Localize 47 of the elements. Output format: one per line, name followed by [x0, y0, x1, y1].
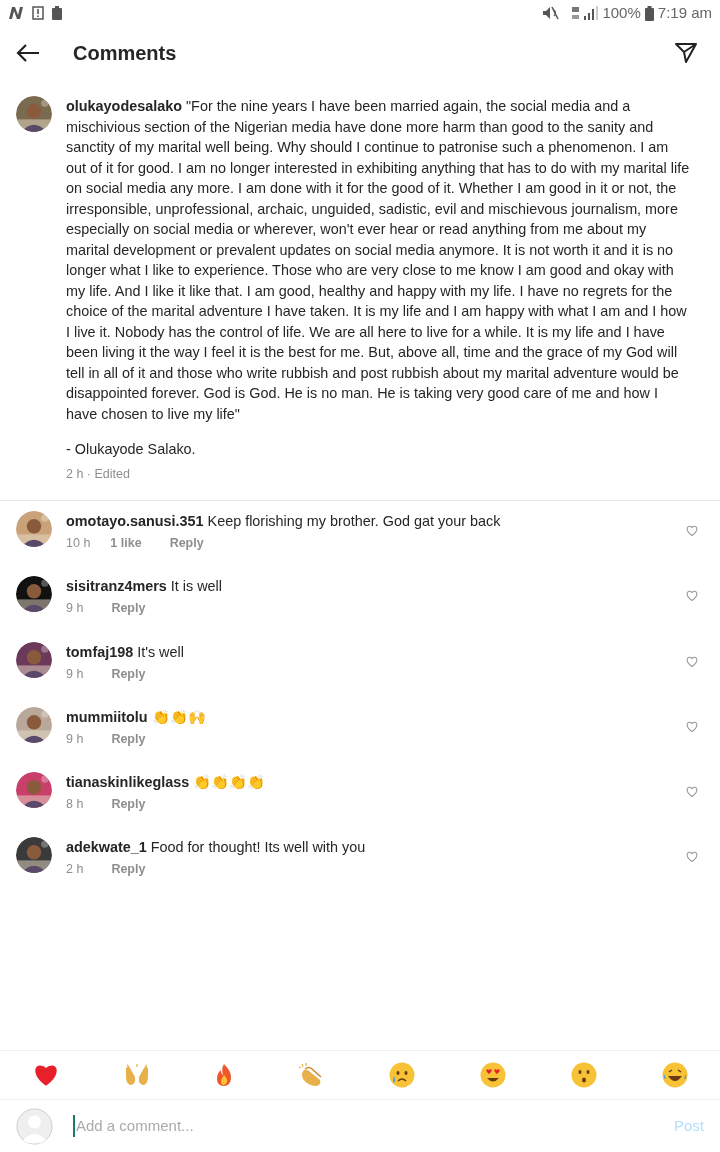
send-icon[interactable]	[674, 42, 698, 64]
heart-icon[interactable]	[686, 720, 698, 732]
like-count[interactable]: 1 like	[110, 534, 142, 553]
surprised-face-icon[interactable]	[570, 1062, 597, 1088]
reply-link[interactable]: Reply	[111, 664, 146, 684]
reply-link[interactable]: Reply	[111, 729, 146, 749]
heart-eyes-face-icon[interactable]	[479, 1062, 506, 1088]
heart-icon[interactable]	[686, 851, 698, 863]
caption-text: olukayodesalako "For the nine years I have been married again, the social media and a mischivious section of the Nigerian media have done more harm than good to the sanity and sanctity of my marital well being. Why should I continue to patronise such a phenomenon. I am out of it for good. I am no longer interested in exhibiting anything that has to do with my marital life on social media any more. I am done with it for the good of it. Whether I am good in it or not, the irresponsible, unprofessional, archaic, unguided, sadistic, evil and mischievous journalism, more especially on social media or wherever, won't ever hear or read anything from me about my marital development or prevalent updates on social media anymore. It is not worth it and it is no longer what I like to experience. Those who are very close to me know I am good and okay with my life. And I like it like that. I am good, healthy and happy with my life. I have no regrets for the choice of the marital adventure I have taken. It is my life and I am happy with what I am and I how I live it. Nobody has the control of life. We are all here to live for a while. It is my life and I have been living it the way I feel it is the best for me. But, above all, time and the grace of my God will tell in all of it and those who write rubbish and post rubbish about my marital adventure would be disappointed forever. God is God. He is no man. He is taking very good care of me and how I have chosen to live my life"	[66, 97, 691, 424]
comment-text: sisitranz4mers It is well	[66, 577, 223, 597]
comment-text: tomfaj198 It's well	[66, 642, 185, 662]
comment-time: 10 h	[66, 535, 91, 552]
comment-time: 9 h	[66, 600, 84, 618]
comment-text: tianaskinlikeglass 👏👏👏👏	[66, 773, 267, 793]
battery-saver-icon	[52, 6, 62, 20]
back-arrow-icon[interactable]	[16, 43, 40, 63]
crying-face-icon[interactable]	[388, 1062, 415, 1088]
comment-time: 9 h	[66, 730, 84, 748]
heart-icon[interactable]	[686, 786, 698, 798]
comment-text: adekwate_1 Food for thought! Its well with you	[66, 838, 367, 858]
clock: 7:19 am	[657, 2, 712, 23]
heart-icon[interactable]	[686, 525, 698, 536]
heart-icon[interactable]	[686, 655, 698, 667]
laughing-face-icon[interactable]	[661, 1062, 688, 1088]
page-title: Comments	[73, 41, 178, 66]
reply-link[interactable]: Reply	[169, 534, 204, 553]
avatar-icon	[16, 1107, 53, 1145]
comment-text: omotayo.sanusi.351 Keep florishing my brother. God gat your back	[66, 512, 502, 531]
comment-time: 2 h	[66, 861, 84, 879]
notification-icon	[8, 6, 24, 20]
comment-field[interactable]: Add a comment...	[73, 1114, 674, 1138]
comment-time: 9 h	[66, 665, 84, 683]
signal-icon	[572, 5, 599, 21]
battery-icon	[644, 5, 654, 21]
reply-link[interactable]: Reply	[111, 860, 146, 880]
heart-icon[interactable]	[32, 1063, 59, 1087]
reply-link[interactable]: Reply	[111, 795, 146, 814]
battery-percentage: 100%	[602, 2, 641, 23]
caption-signature: - Olukayode Salako.	[66, 440, 197, 459]
alert-icon	[32, 6, 44, 20]
post-meta: 2 h · Edited	[66, 465, 131, 483]
comment-text: mummiitolu 👏👏🙌	[66, 707, 207, 727]
fire-icon[interactable]	[214, 1063, 233, 1087]
comment-time: 8 h	[66, 796, 84, 814]
heart-icon[interactable]	[686, 590, 698, 602]
mute-icon	[542, 6, 561, 20]
reply-link[interactable]: Reply	[111, 599, 146, 619]
